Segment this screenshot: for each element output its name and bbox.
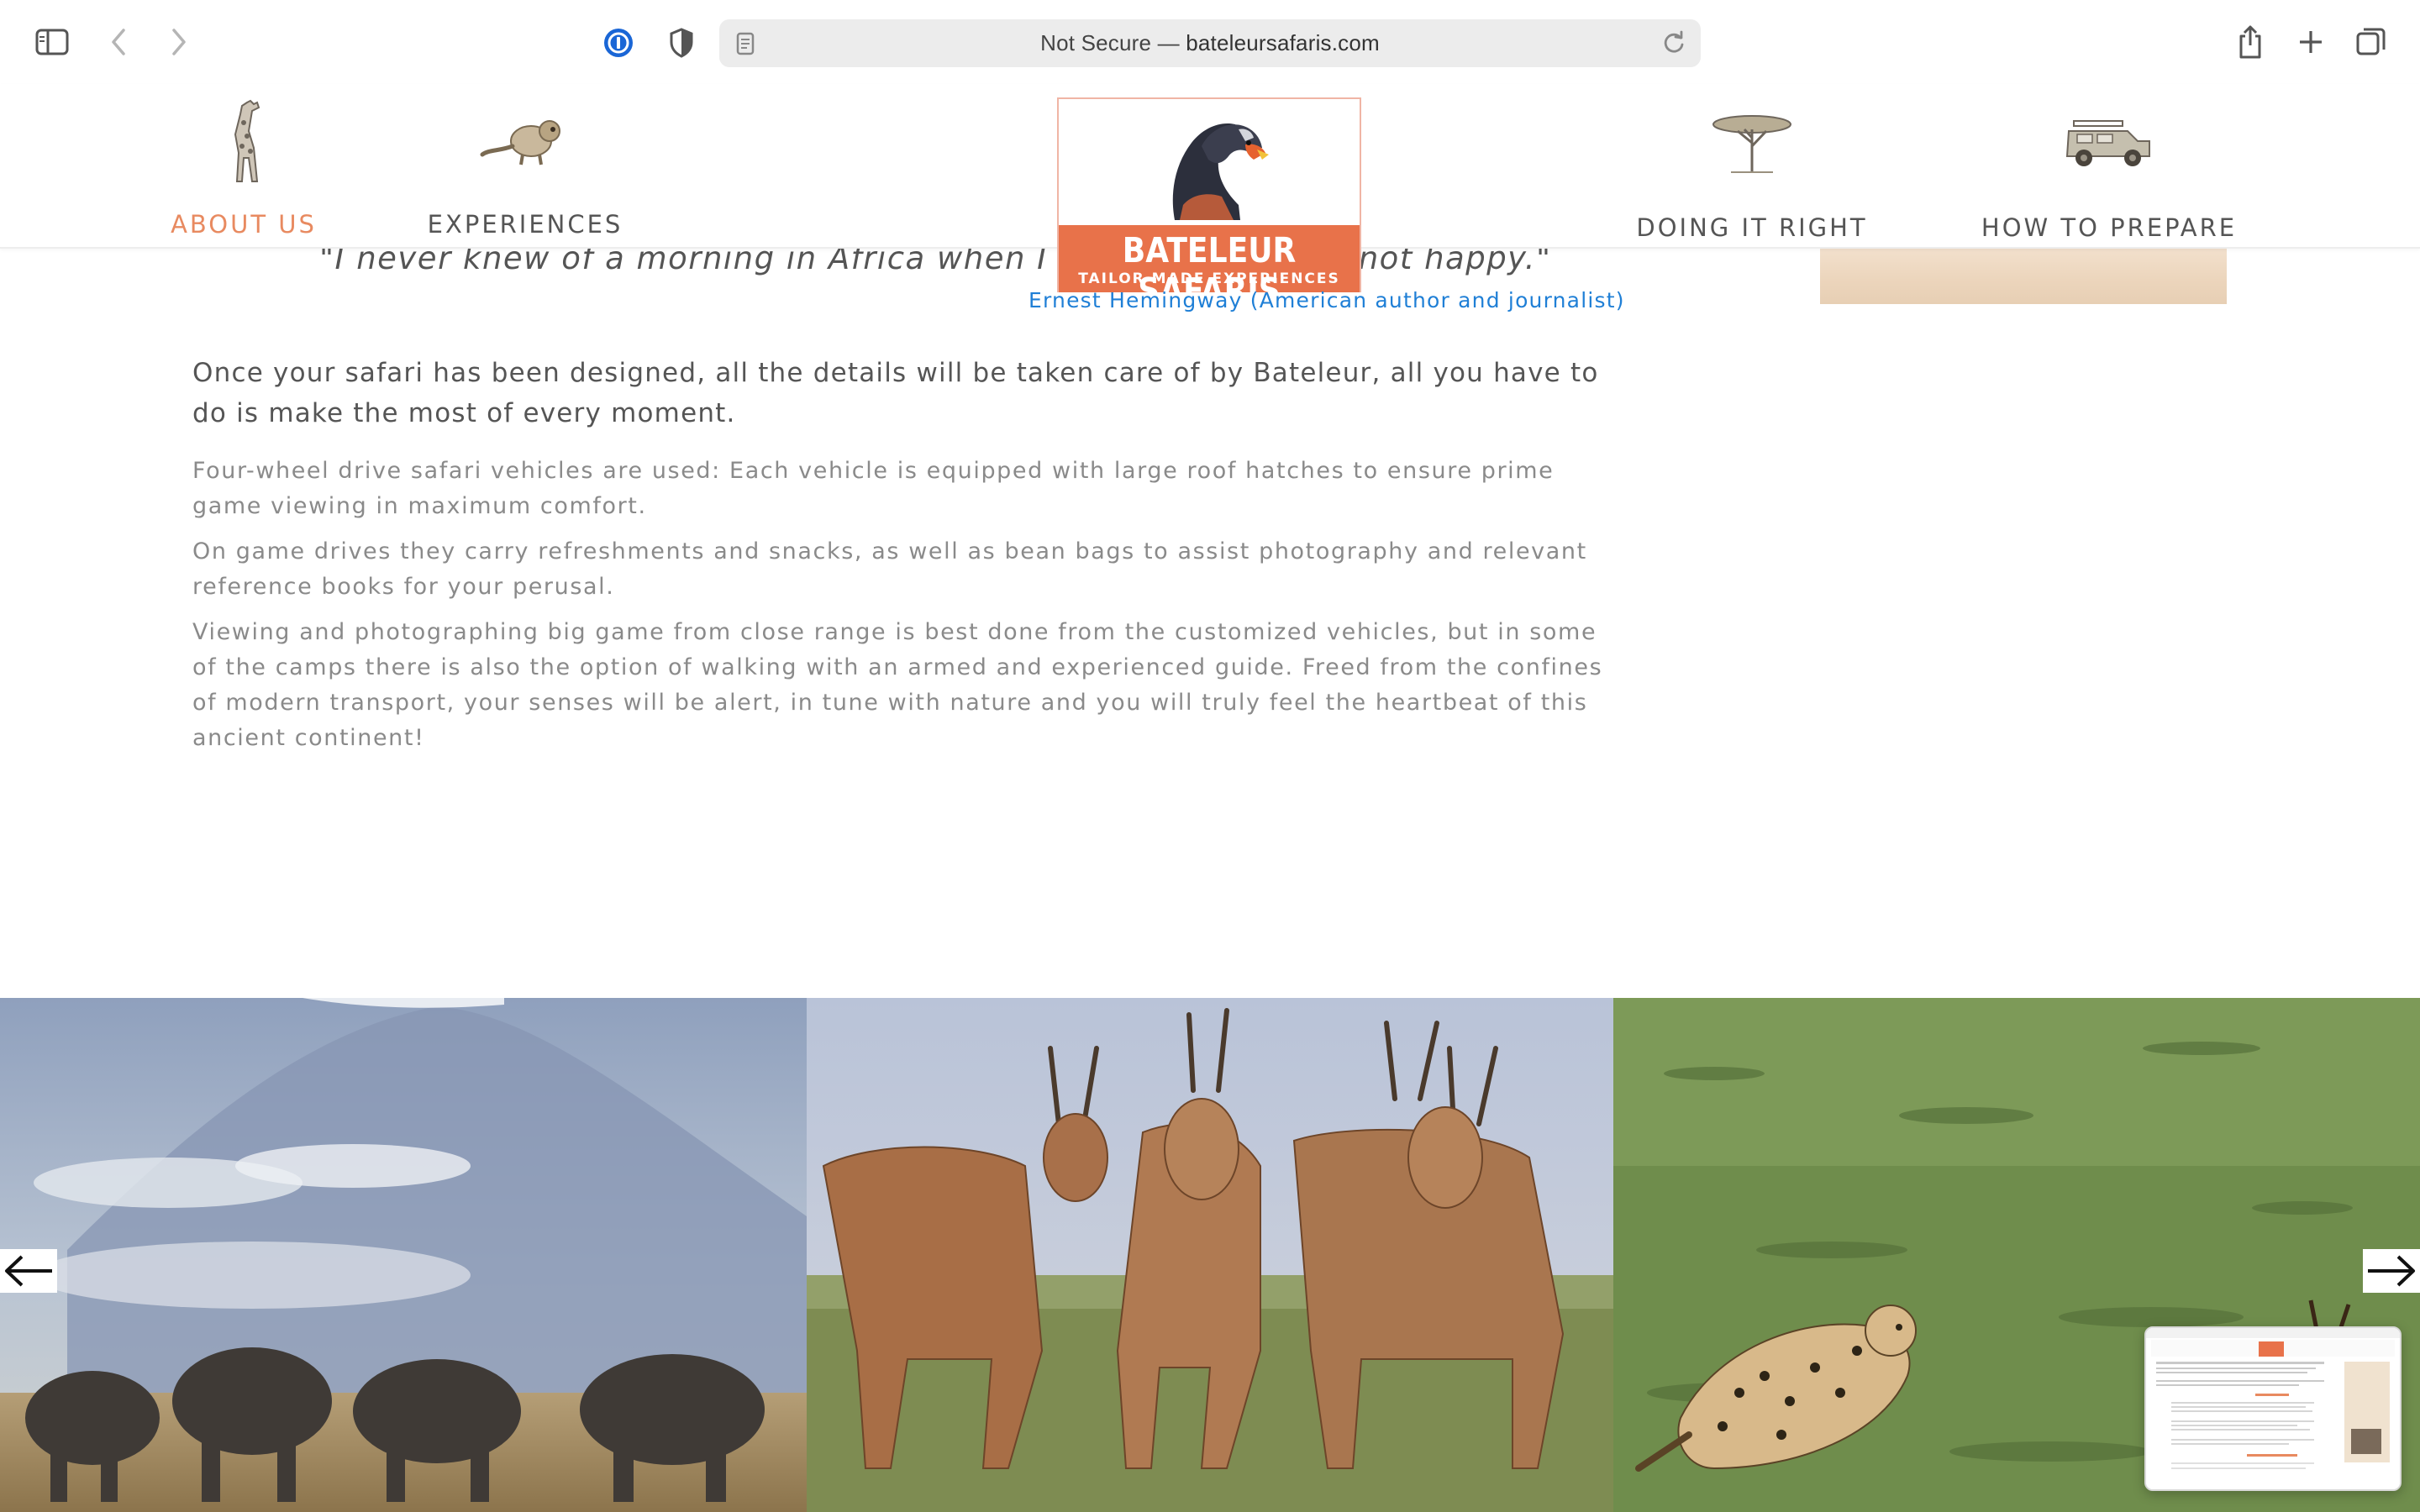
nav-label: DOING IT RIGHT xyxy=(1636,213,1868,242)
nav-about-us[interactable]: ABOUT US xyxy=(151,91,336,242)
elephants-kilimanjaro-photo[interactable] xyxy=(0,998,807,1512)
forward-button[interactable] xyxy=(166,25,192,59)
nav-doing-it-right[interactable]: DOING IT RIGHT xyxy=(1630,91,1874,242)
logo-band: BATELEUR SAFARIS TAILOR MADE EXPERIENCES xyxy=(1059,225,1360,311)
giraffe-icon xyxy=(234,99,260,182)
chevron-left-icon xyxy=(112,29,125,55)
privacy-shield-icon[interactable] xyxy=(666,26,697,60)
gallery-next-button[interactable] xyxy=(2363,1249,2420,1293)
nav-label: EXPERIENCES xyxy=(427,210,623,239)
arrow-right-icon xyxy=(2368,1255,2415,1287)
bateleur-eagle-icon xyxy=(1172,123,1269,220)
nav-experiences[interactable]: EXPERIENCES xyxy=(420,91,630,242)
address-bar[interactable]: Not Secure — bateleursafaris.com xyxy=(719,19,1701,67)
tab-overview-icon[interactable] xyxy=(2354,25,2388,59)
nav-label: ABOUT US xyxy=(171,210,317,239)
nav-how-to-prepare[interactable]: HOW TO PREPARE xyxy=(1966,91,2252,242)
new-tab-button[interactable] xyxy=(2296,27,2326,57)
screenshot-thumbnail[interactable] xyxy=(2144,1326,2402,1491)
acacia-tree-icon xyxy=(1712,115,1791,173)
plus-icon xyxy=(2300,31,2322,53)
sidebar-icon[interactable] xyxy=(34,27,71,57)
main-content: Once your safari has been designed, all … xyxy=(192,353,1621,756)
intro-text: Once your safari has been designed, all … xyxy=(192,358,1599,428)
eland-herd-photo[interactable] xyxy=(807,998,1613,1512)
reload-icon[interactable] xyxy=(1662,30,1686,55)
logo-tagline: TAILOR MADE EXPERIENCES xyxy=(1078,270,1340,287)
paragraph-game-drives: On game drives they carry refreshments a… xyxy=(192,538,1587,600)
arrow-left-icon xyxy=(5,1255,52,1287)
lemur-icon xyxy=(480,120,560,165)
nav-label: HOW TO PREPARE xyxy=(1981,213,2238,242)
site-logo[interactable]: BATELEUR SAFARIS TAILOR MADE EXPERIENCES xyxy=(1057,97,1361,311)
paragraph-vehicles: Four-wheel drive safari vehicles are use… xyxy=(192,458,1555,519)
security-label: Not Secure — xyxy=(1040,30,1180,55)
password-manager-icon[interactable] xyxy=(602,26,635,60)
photo-gallery xyxy=(0,998,2420,1512)
domain-label: bateleursafaris.com xyxy=(1186,30,1380,55)
chevron-right-icon xyxy=(172,29,186,55)
share-icon[interactable] xyxy=(2235,24,2265,60)
gallery-prev-button[interactable] xyxy=(0,1249,57,1293)
paragraph-walking: Viewing and photographing big game from … xyxy=(192,619,1603,751)
address-text: Not Secure — bateleursafaris.com xyxy=(719,30,1701,56)
safari-vehicle-icon xyxy=(2065,120,2150,166)
sidebar-photo xyxy=(1820,244,2227,304)
browser-toolbar: Not Secure — bateleursafaris.com xyxy=(0,0,2420,84)
quote-author-link[interactable]: Ernest Hemingway (American author and jo… xyxy=(1028,288,1625,312)
back-button[interactable] xyxy=(106,25,131,59)
